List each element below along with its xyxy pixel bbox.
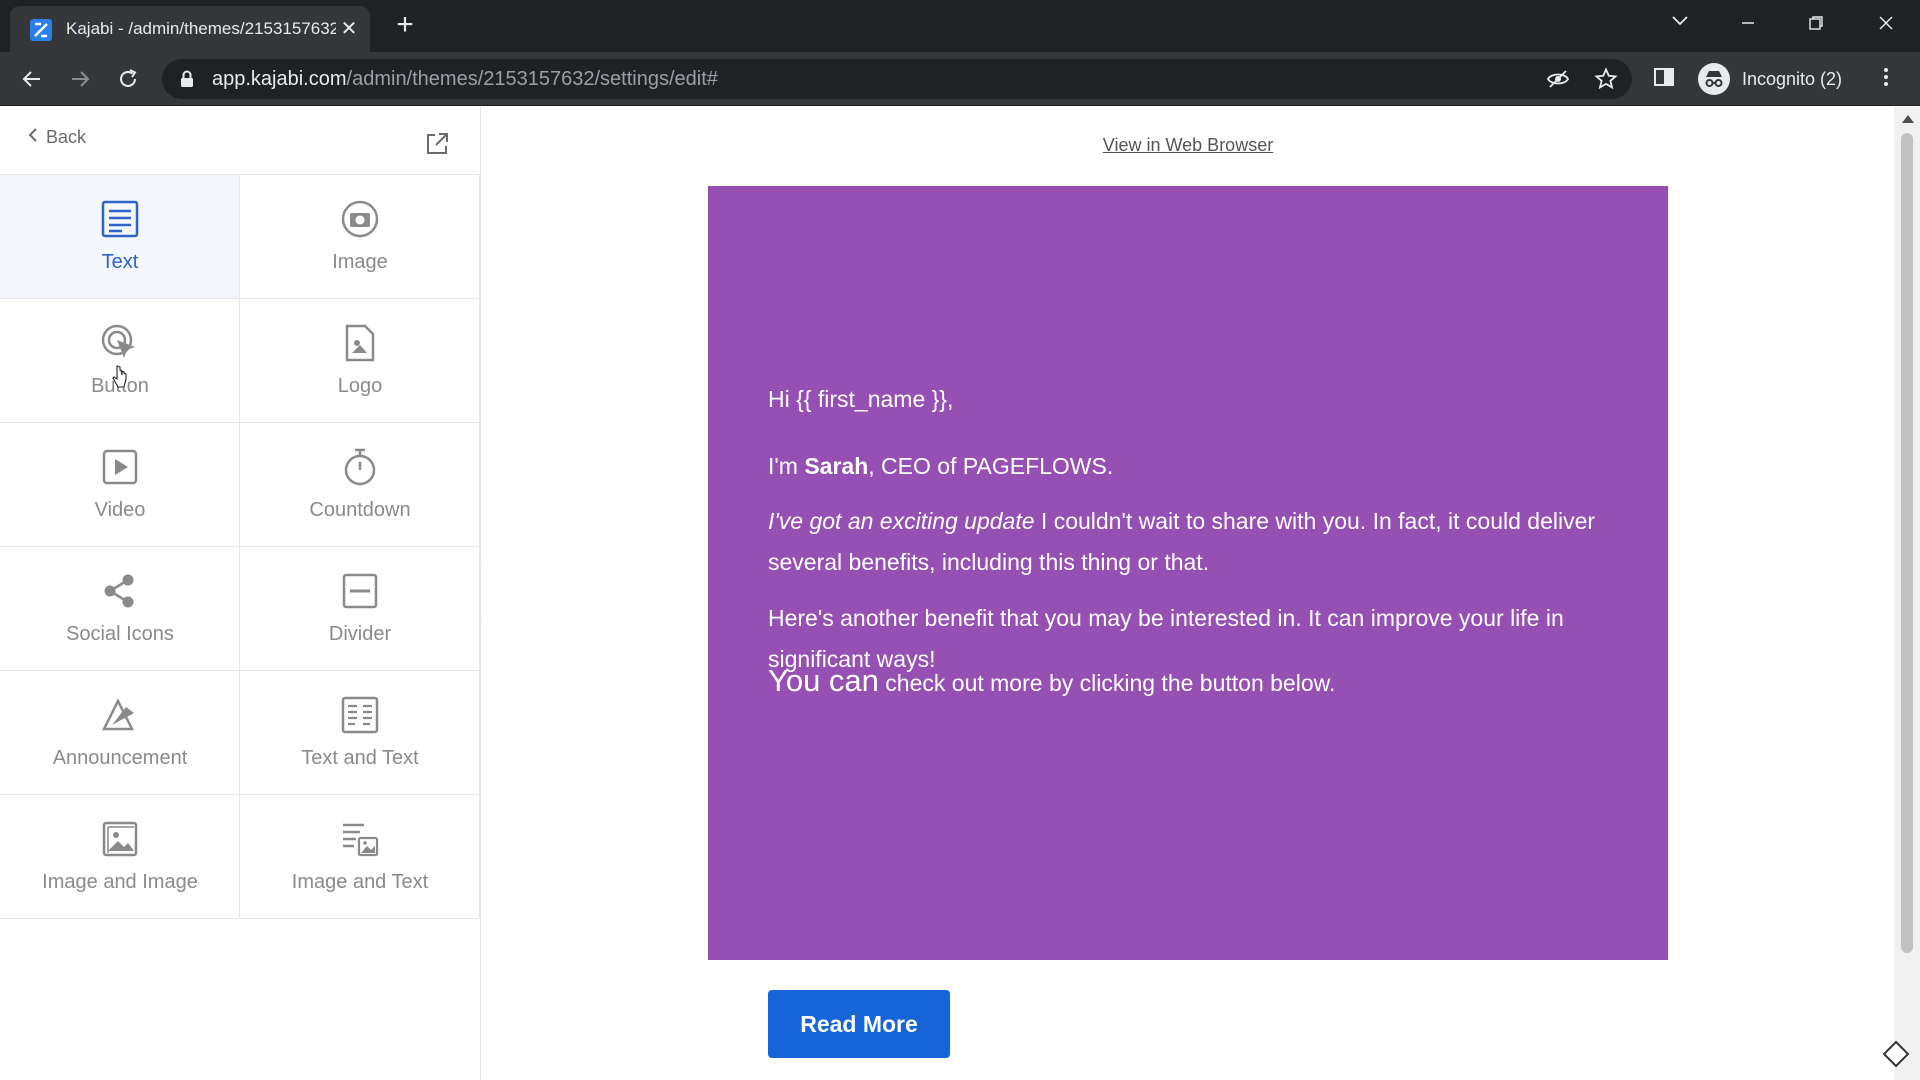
email-text-block[interactable]: Hi {{ first_name }}, I'm Sarah, CEO of P… [708, 186, 1668, 960]
block-label: Logo [337, 375, 383, 397]
announcement-icon [100, 695, 140, 735]
click-pointer-icon [100, 323, 140, 363]
block-label: Text and Text [301, 747, 419, 769]
intro-post: , CEO of PAGEFLOWS. [868, 453, 1114, 479]
para3-rest: check out more by clicking the button be… [878, 670, 1336, 696]
block-image-and-text[interactable]: Image and Text [240, 795, 480, 919]
block-picker-panel: Back Text Image Button [0, 107, 481, 1080]
block-label: Divider [328, 623, 392, 645]
mouse-pointer-icon [112, 365, 128, 389]
scroll-thumb[interactable] [1901, 133, 1913, 953]
kajabi-favicon-icon [30, 19, 52, 41]
email-greeting: Hi {{ first_name }}, [768, 386, 954, 412]
reload-icon[interactable] [112, 63, 144, 95]
panel-header: Back [0, 107, 480, 175]
incognito-icon [1698, 63, 1730, 95]
back-label: Back [46, 127, 87, 147]
email-preview: View in Web Browser Hi {{ first_name }},… [482, 107, 1894, 1080]
block-logo[interactable]: Logo [240, 299, 480, 423]
restore-icon[interactable] [1796, 8, 1836, 38]
para3-big: You can [768, 663, 879, 698]
intro-name: Sarah [804, 453, 869, 479]
close-window-icon[interactable] [1866, 8, 1906, 38]
block-video[interactable]: Video [0, 423, 240, 547]
browser-tab[interactable]: Kajabi - /admin/themes/2153157632/settin… [10, 6, 370, 52]
back-link[interactable]: Back [28, 127, 86, 148]
intro-pre: I'm [768, 453, 805, 479]
address-bar[interactable]: app.kajabi.com/admin/themes/2153157632/s… [162, 59, 1632, 99]
block-label: Image and Image [42, 871, 198, 893]
block-announcement[interactable]: Announcement [0, 671, 240, 795]
diamond-icon[interactable] [1882, 1040, 1910, 1068]
image-and-text-icon [340, 819, 380, 859]
para1-italic: I've got an exciting update [768, 508, 1035, 534]
block-button[interactable]: Button [0, 299, 240, 423]
new-tab-button[interactable]: + [390, 10, 420, 40]
bookmark-star-icon[interactable] [1594, 67, 1618, 91]
block-label: Text [101, 251, 139, 273]
incognito-profile-button[interactable]: Incognito (2) [1696, 60, 1856, 98]
browser-tab-bar: Kajabi - /admin/themes/2153157632/settin… [0, 0, 1920, 52]
block-social-icons[interactable]: Social Icons [0, 547, 240, 671]
lock-icon[interactable] [180, 70, 194, 93]
email-paragraph-3: You can check out more by clicking the b… [768, 660, 1628, 704]
text-block-icon [100, 199, 140, 239]
incognito-label: Incognito (2) [1742, 69, 1843, 89]
logo-file-icon [340, 323, 380, 363]
block-divider[interactable]: Divider [240, 547, 480, 671]
block-label: Countdown [309, 499, 411, 521]
block-label: Announcement [52, 747, 188, 769]
read-more-button[interactable]: Read More [768, 990, 950, 1058]
browser-toolbar: app.kajabi.com/admin/themes/2153157632/s… [0, 52, 1920, 106]
view-in-web-browser-link[interactable]: View in Web Browser [482, 135, 1894, 156]
tab-title: Kajabi - /admin/themes/2153157632/settin… [66, 19, 336, 38]
divider-icon [340, 571, 380, 611]
tab-search-chevron-icon[interactable] [1660, 8, 1700, 38]
block-image[interactable]: Image [240, 175, 480, 299]
block-text[interactable]: Text [0, 175, 240, 299]
block-label: Social Icons [66, 623, 174, 645]
preview-scrollbar[interactable] [1894, 107, 1920, 1080]
tab-close-icon[interactable]: ✕ [336, 16, 362, 42]
side-panel-icon[interactable] [1652, 65, 1680, 93]
forward-arrow-icon[interactable] [64, 63, 96, 95]
camera-icon [340, 199, 380, 239]
block-image-and-image[interactable]: Image and Image [0, 795, 240, 919]
block-label: Video [94, 499, 146, 521]
open-external-icon[interactable] [424, 131, 450, 157]
chevron-left-icon [28, 127, 38, 148]
text-and-text-icon [340, 695, 380, 735]
email-intro: I'm Sarah, CEO of PAGEFLOWS. [768, 446, 1628, 487]
block-label: Image and Text [291, 871, 429, 893]
share-icon [100, 571, 140, 611]
stopwatch-icon [340, 447, 380, 487]
back-arrow-icon[interactable] [16, 63, 48, 95]
browser-menu-icon[interactable] [1874, 65, 1902, 93]
email-paragraph-1: I've got an exciting update I couldn't w… [768, 501, 1628, 583]
play-icon [100, 447, 140, 487]
url-host: app.kajabi.com [212, 68, 347, 90]
minimize-icon[interactable] [1728, 8, 1768, 38]
scroll-up-arrow-icon[interactable] [1902, 115, 1914, 123]
block-countdown[interactable]: Countdown [240, 423, 480, 547]
image-and-image-icon [100, 819, 140, 859]
url-text: app.kajabi.com/admin/themes/2153157632/s… [212, 68, 718, 91]
block-label: Image [332, 251, 388, 273]
eye-slash-icon[interactable] [1546, 67, 1570, 91]
url-path: /admin/themes/2153157632/settings/edit# [346, 68, 718, 90]
block-text-and-text[interactable]: Text and Text [240, 671, 480, 795]
